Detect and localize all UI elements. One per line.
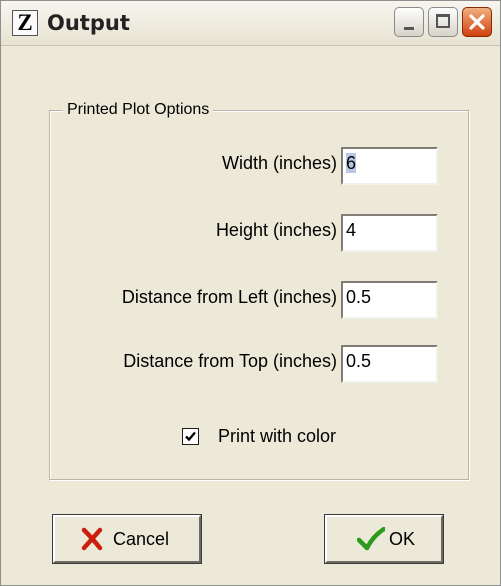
ok-button[interactable]: OK bbox=[324, 514, 444, 564]
title-bar[interactable]: Z Output bbox=[1, 1, 500, 46]
distance-top-label: Distance from Top (inches) bbox=[123, 351, 337, 371]
cancel-label: Cancel bbox=[113, 529, 170, 549]
ok-label: OK bbox=[389, 529, 416, 549]
height-value: 4 bbox=[346, 220, 357, 240]
distance-left-value: 0.5 bbox=[346, 287, 372, 307]
height-input[interactable]: 4 bbox=[341, 214, 438, 252]
close-button[interactable] bbox=[462, 7, 492, 37]
close-icon bbox=[469, 14, 485, 30]
app-icon[interactable]: Z bbox=[12, 10, 38, 36]
width-input[interactable]: 6 bbox=[341, 147, 438, 185]
height-label: Height (inches) bbox=[215, 220, 337, 240]
print-color-checkbox[interactable] bbox=[182, 428, 199, 445]
window-title: Output bbox=[47, 11, 130, 35]
width-label: Width (inches) bbox=[221, 153, 337, 173]
distance-top-value: 0.5 bbox=[346, 351, 372, 371]
distance-left-input[interactable]: 0.5 bbox=[341, 281, 438, 319]
output-dialog: Z Output Printed Plot Options Width (inc… bbox=[0, 0, 501, 586]
group-title: Printed Plot Options bbox=[63, 101, 214, 119]
print-color-label[interactable]: Print with color bbox=[218, 426, 336, 447]
checkmark-icon bbox=[357, 527, 385, 551]
minimize-button[interactable] bbox=[394, 7, 424, 37]
maximize-button[interactable] bbox=[428, 7, 458, 37]
width-value: 6 bbox=[346, 153, 357, 173]
distance-left-label: Distance from Left (inches) bbox=[121, 287, 337, 307]
cancel-button[interactable]: Cancel bbox=[52, 514, 202, 564]
maximize-icon bbox=[436, 14, 450, 28]
x-mark-icon bbox=[81, 527, 103, 551]
checkmark-icon bbox=[185, 431, 196, 442]
distance-top-input[interactable]: 0.5 bbox=[341, 345, 438, 383]
minimize-icon bbox=[404, 27, 414, 30]
